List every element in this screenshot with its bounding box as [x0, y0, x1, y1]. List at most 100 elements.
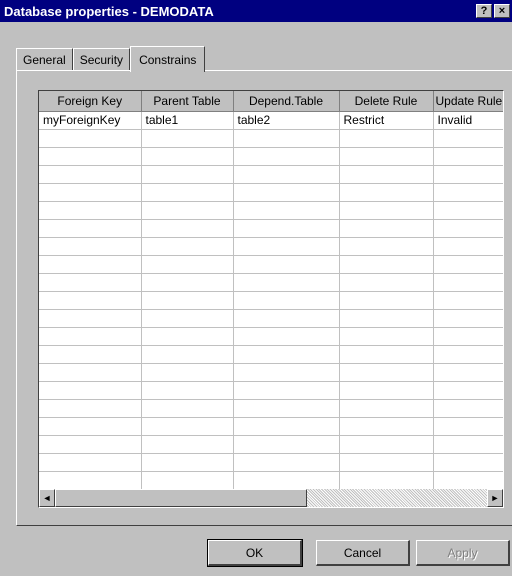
empty-cell[interactable]	[141, 471, 234, 490]
empty-cell[interactable]	[39, 345, 142, 364]
empty-cell[interactable]	[233, 273, 340, 292]
empty-cell[interactable]	[141, 147, 234, 166]
empty-cell[interactable]	[39, 453, 142, 472]
empty-cell[interactable]	[233, 255, 340, 274]
empty-cell[interactable]	[233, 309, 340, 328]
empty-cell[interactable]	[339, 147, 434, 166]
column-header-delete-rule[interactable]: Delete Rule	[339, 91, 434, 112]
empty-cell[interactable]	[339, 129, 434, 148]
apply-button[interactable]: Apply	[416, 540, 510, 566]
empty-cell[interactable]	[339, 255, 434, 274]
empty-cell[interactable]	[339, 381, 434, 400]
empty-cell[interactable]	[141, 219, 234, 238]
horizontal-scrollbar[interactable]: ◄ ►	[39, 489, 503, 507]
column-header-parent-table[interactable]: Parent Table	[141, 91, 234, 112]
empty-table-row[interactable]	[39, 291, 503, 310]
empty-cell[interactable]	[39, 255, 142, 274]
tab-constrains[interactable]: Constrains	[130, 46, 206, 72]
scrollbar-thumb[interactable]	[55, 489, 307, 507]
empty-cell[interactable]	[233, 219, 340, 238]
empty-cell[interactable]	[233, 165, 340, 184]
cell-depend-table[interactable]: table2	[233, 111, 340, 130]
empty-table-row[interactable]	[39, 327, 503, 346]
empty-cell[interactable]	[141, 381, 234, 400]
empty-cell[interactable]	[233, 417, 340, 436]
empty-cell[interactable]	[339, 363, 434, 382]
empty-cell[interactable]	[141, 273, 234, 292]
empty-cell[interactable]	[141, 453, 234, 472]
scroll-left-icon[interactable]: ◄	[39, 489, 55, 507]
empty-table-row[interactable]	[39, 453, 503, 472]
empty-cell[interactable]	[339, 273, 434, 292]
empty-cell[interactable]	[339, 471, 434, 490]
empty-cell[interactable]	[339, 327, 434, 346]
empty-table-row[interactable]	[39, 219, 503, 238]
empty-cell[interactable]	[433, 327, 503, 346]
empty-cell[interactable]	[141, 363, 234, 382]
empty-cell[interactable]	[339, 201, 434, 220]
empty-table-row[interactable]	[39, 273, 503, 292]
empty-cell[interactable]	[433, 183, 503, 202]
empty-cell[interactable]	[141, 165, 234, 184]
empty-table-row[interactable]	[39, 237, 503, 256]
empty-cell[interactable]	[233, 183, 340, 202]
empty-cell[interactable]	[339, 219, 434, 238]
ok-button[interactable]: OK	[207, 539, 303, 567]
empty-cell[interactable]	[141, 237, 234, 256]
empty-cell[interactable]	[39, 147, 142, 166]
empty-table-row[interactable]	[39, 147, 503, 166]
cell-parent-table[interactable]: table1	[141, 111, 234, 130]
empty-cell[interactable]	[233, 129, 340, 148]
empty-cell[interactable]	[339, 237, 434, 256]
empty-cell[interactable]	[233, 381, 340, 400]
empty-cell[interactable]	[141, 399, 234, 418]
empty-cell[interactable]	[233, 201, 340, 220]
empty-cell[interactable]	[339, 435, 434, 454]
column-header-depend-table[interactable]: Depend.Table	[233, 91, 340, 112]
close-button[interactable]: ×	[494, 4, 510, 18]
empty-cell[interactable]	[433, 291, 503, 310]
empty-cell[interactable]	[39, 165, 142, 184]
empty-cell[interactable]	[233, 363, 340, 382]
empty-cell[interactable]	[141, 417, 234, 436]
empty-cell[interactable]	[433, 381, 503, 400]
empty-cell[interactable]	[433, 435, 503, 454]
empty-cell[interactable]	[433, 165, 503, 184]
empty-cell[interactable]	[233, 399, 340, 418]
empty-cell[interactable]	[433, 345, 503, 364]
empty-table-row[interactable]	[39, 309, 503, 328]
empty-cell[interactable]	[39, 129, 142, 148]
empty-cell[interactable]	[433, 147, 503, 166]
empty-table-row[interactable]	[39, 165, 503, 184]
empty-cell[interactable]	[141, 183, 234, 202]
cell-delete-rule[interactable]: Restrict	[339, 111, 434, 130]
empty-cell[interactable]	[433, 417, 503, 436]
empty-cell[interactable]	[433, 201, 503, 220]
empty-cell[interactable]	[433, 309, 503, 328]
constraints-grid[interactable]: Foreign Key Parent Table Depend.Table De…	[38, 90, 504, 508]
empty-cell[interactable]	[39, 201, 142, 220]
tab-general[interactable]: General	[16, 48, 73, 70]
column-header-update-rule[interactable]: Update Rule	[433, 91, 503, 112]
empty-cell[interactable]	[339, 453, 434, 472]
empty-table-row[interactable]	[39, 381, 503, 400]
empty-cell[interactable]	[141, 327, 234, 346]
empty-table-row[interactable]	[39, 435, 503, 454]
empty-cell[interactable]	[433, 255, 503, 274]
empty-cell[interactable]	[433, 237, 503, 256]
empty-cell[interactable]	[141, 255, 234, 274]
empty-cell[interactable]	[39, 435, 142, 454]
empty-cell[interactable]	[339, 345, 434, 364]
empty-cell[interactable]	[141, 435, 234, 454]
empty-cell[interactable]	[433, 399, 503, 418]
empty-cell[interactable]	[339, 309, 434, 328]
empty-cell[interactable]	[233, 237, 340, 256]
empty-cell[interactable]	[39, 381, 142, 400]
column-header-foreign-key[interactable]: Foreign Key	[39, 91, 142, 112]
empty-cell[interactable]	[233, 345, 340, 364]
help-button[interactable]: ?	[476, 4, 492, 18]
empty-cell[interactable]	[339, 399, 434, 418]
empty-cell[interactable]	[233, 471, 340, 490]
empty-cell[interactable]	[39, 219, 142, 238]
empty-cell[interactable]	[433, 471, 503, 490]
